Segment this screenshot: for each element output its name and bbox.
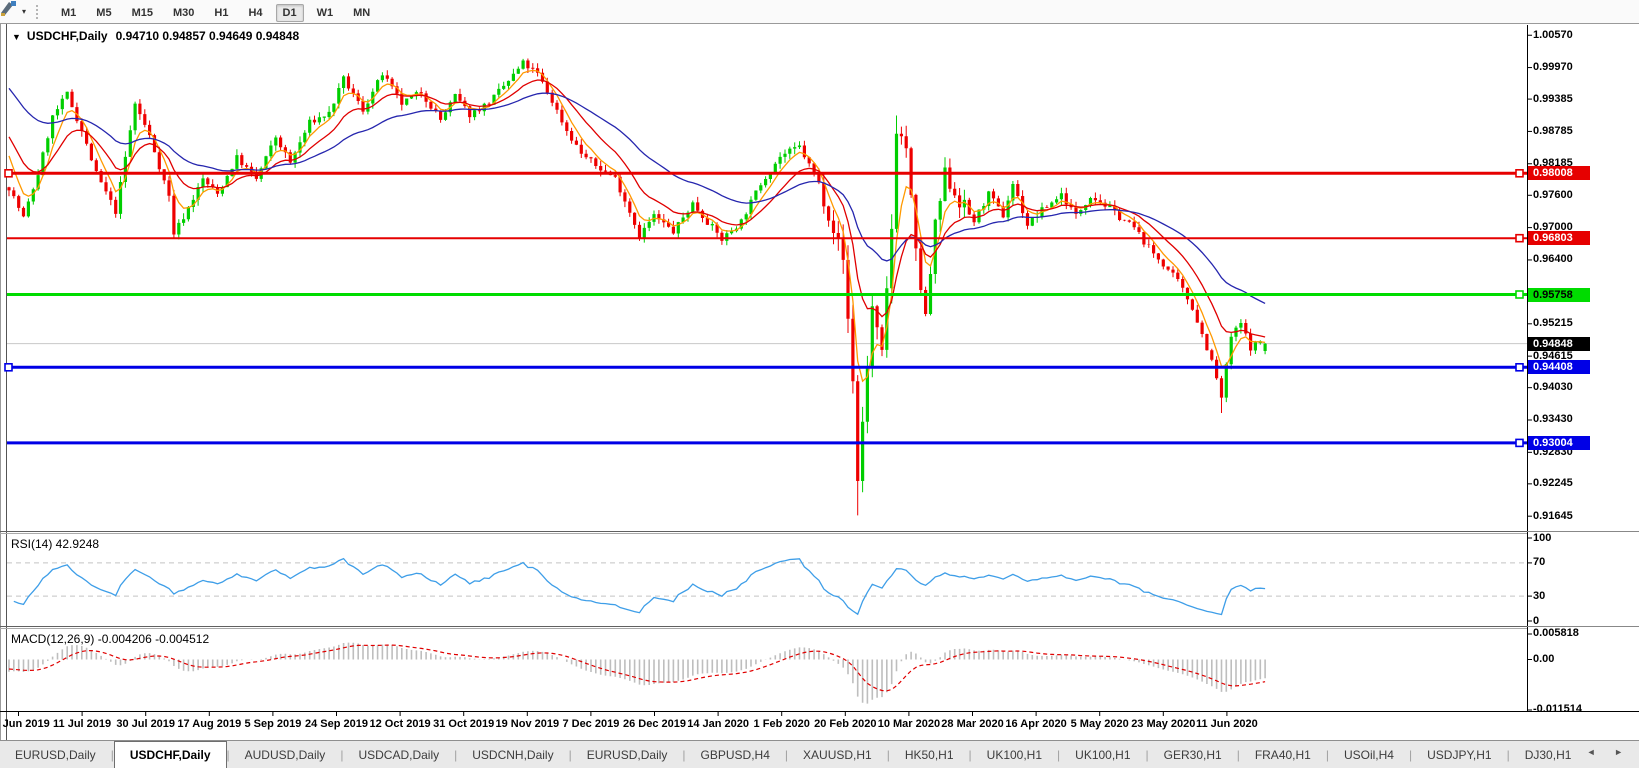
price-axis-label: 0.95215 <box>1533 317 1573 330</box>
price-axis-label: 0.98785 <box>1533 124 1573 137</box>
rsi-label: RSI(14) 42.9248 <box>11 537 100 551</box>
ma-fast-orange[interactable] <box>8 69 1266 383</box>
tf-button-m15[interactable]: M15 <box>125 4 160 22</box>
rsi-axis-label: 0 <box>1533 614 1540 627</box>
date-axis-label: 20 Feb 2020 <box>814 718 877 730</box>
hline-handle-right[interactable] <box>1515 233 1524 243</box>
price-axis-label: 0.94030 <box>1533 381 1573 394</box>
tab-eurusd-daily-5[interactable]: EURUSD,Daily <box>572 741 683 768</box>
toolbar-grip[interactable] <box>36 4 41 19</box>
price-axis-label: 0.96400 <box>1533 253 1573 266</box>
tf-button-w1[interactable]: W1 <box>310 4 341 22</box>
chart-tab-bar: EURUSD,Daily | USDCHF,Daily | AUDUSD,Daily | U… <box>0 740 1639 768</box>
date-axis-label: 26 Dec 2019 <box>623 718 686 730</box>
tab-audusd-daily-2[interactable]: AUDUSD,Daily <box>230 741 341 768</box>
rsi-axis-label: 100 <box>1533 531 1552 544</box>
timeframe-toolbar: ▾ M1 M5 M15 M30 H1 H4 D1 W1 MN <box>0 0 1639 24</box>
tf-button-m30[interactable]: M30 <box>166 4 201 22</box>
tab-usdjpy-h1-14[interactable]: USDJPY,H1 <box>1412 741 1506 768</box>
date-axis-label: 5 Sep 2019 <box>244 718 302 730</box>
price-axis-label: 1.00570 <box>1533 28 1573 41</box>
price-badge-0.96803: 0.96803 <box>1528 231 1590 246</box>
chart-symbol: USDCHF,Daily <box>26 29 108 43</box>
price-axis-label: 0.91645 <box>1533 509 1573 522</box>
date-axis-label: 24 Sep 2019 <box>305 718 368 730</box>
tab-fra40-h1-12[interactable]: FRA40,H1 <box>1240 741 1326 768</box>
date-axis-label: 11 Jun 2020 <box>1196 718 1258 730</box>
rsi-line <box>13 557 1266 616</box>
price-badge-0.95758: 0.95758 <box>1528 287 1590 302</box>
tf-button-h4[interactable]: H4 <box>241 4 269 22</box>
hline-handle-right[interactable] <box>1515 362 1524 372</box>
price-axis-label: 0.92245 <box>1533 477 1573 490</box>
tf-button-d1[interactable]: D1 <box>275 3 304 22</box>
macd-axis-label: 0.00 <box>1533 653 1555 665</box>
price-badge-0.94848: 0.94848 <box>1528 336 1590 351</box>
tab-uk100-h1-9[interactable]: UK100,H1 <box>972 741 1057 768</box>
date-axis-label: 19 Nov 2019 <box>495 718 560 730</box>
date-axis-label: 14 Jan 2020 <box>687 718 749 730</box>
tab-scroll-arrows[interactable]: ◄ ► <box>1587 747 1631 757</box>
tf-button-m5[interactable]: M5 <box>89 4 118 22</box>
trading-app-window: ▾ M1 M5 M15 M30 H1 H4 D1 W1 MN ▼ USDCHF,Daily 0.94… <box>0 0 1639 768</box>
date-axis-label: 11 Jul 2019 <box>53 718 112 730</box>
tab-uk100-h1-10[interactable]: UK100,H1 <box>1060 741 1145 768</box>
date-axis-label: 22 Jun 2019 <box>0 718 50 730</box>
tab-gbpusd-h4-6[interactable]: GBPUSD,H4 <box>686 741 785 768</box>
date-axis-label: 7 Dec 2019 <box>562 718 620 730</box>
bull-wicks <box>27 58 1266 493</box>
date-axis-label: 17 Aug 2019 <box>177 718 242 730</box>
hline-handle-left[interactable] <box>4 169 13 178</box>
chart-plot[interactable] <box>0 0 1639 768</box>
tab-usdcnh-daily-4[interactable]: USDCNH,Daily <box>457 741 568 768</box>
date-axis-label: 12 Oct 2019 <box>369 718 431 730</box>
macd-histogram <box>8 642 1266 704</box>
macd-label: MACD(12,26,9) -0.004206 -0.004512 <box>11 632 210 646</box>
macd-axis-label: 0.005818 <box>1533 627 1579 640</box>
date-axis-label: 23 May 2020 <box>1131 718 1196 730</box>
price-axis-label: 0.93430 <box>1533 413 1573 426</box>
date-axis-label: 31 Oct 2019 <box>433 718 495 730</box>
date-axis-label: 16 Apr 2020 <box>1005 718 1067 730</box>
tab-usdcad-daily-3[interactable]: USDCAD,Daily <box>343 741 454 768</box>
price-badge-0.93004: 0.93004 <box>1528 435 1590 450</box>
price-axis-label: 0.97600 <box>1533 188 1573 201</box>
tf-button-m1[interactable]: M1 <box>54 4 83 22</box>
price-axis-label: 0.99385 <box>1533 92 1573 105</box>
tf-button-h1[interactable]: H1 <box>207 4 235 22</box>
bear-wicks <box>8 58 1252 516</box>
hline-handle-left[interactable] <box>4 362 13 372</box>
chart-dropdown-icon: ▼ <box>12 32 21 42</box>
tab-dj30-h1-15[interactable]: DJ30,H1 <box>1510 741 1587 768</box>
macd-axis-label: -0.011514 <box>1533 703 1582 716</box>
tab-hk50-h1-8[interactable]: HK50,H1 <box>890 741 969 768</box>
chart-title: ▼ USDCHF,Daily 0.94710 0.94857 0.94649 0.9… <box>12 29 299 43</box>
date-axis-label: 1 Feb 2020 <box>753 718 810 730</box>
tab-usoil-h4-13[interactable]: USOil,H4 <box>1329 741 1409 768</box>
hline-handle-right[interactable] <box>1515 169 1524 178</box>
bull-bodies <box>26 60 1267 481</box>
tab-eurusd-daily-0[interactable]: EURUSD,Daily <box>0 741 111 768</box>
tf-button-mn[interactable]: MN <box>346 4 377 22</box>
price-badge-0.94408: 0.94408 <box>1528 360 1590 375</box>
hline-handle-right[interactable] <box>1515 290 1524 299</box>
timeframe-buttons: M1 M5 M15 M30 H1 H4 D1 W1 MN <box>51 3 380 22</box>
date-axis-label: 5 May 2020 <box>1070 718 1129 730</box>
date-axis-label: 10 Mar 2020 <box>877 718 941 730</box>
tool-dropdown-caret[interactable]: ▾ <box>22 7 26 16</box>
chart-ohlc: 0.94710 0.94857 0.94649 0.94848 <box>115 29 300 43</box>
draw-style-icon[interactable] <box>1 1 20 20</box>
rsi-axis-label: 30 <box>1533 589 1546 602</box>
bear-bodies <box>7 60 1253 481</box>
tab-ger30-h1-11[interactable]: GER30,H1 <box>1149 741 1237 768</box>
hline-handle-right[interactable] <box>1515 438 1524 448</box>
tab-xauusd-h1-7[interactable]: XAUUSD,H1 <box>788 741 887 768</box>
tab-usdchf-daily-1[interactable]: USDCHF,Daily <box>113 741 227 768</box>
rsi-axis-label: 70 <box>1533 556 1546 569</box>
price-axis-label: 0.99970 <box>1533 61 1573 74</box>
price-badge-0.98008: 0.98008 <box>1528 166 1590 181</box>
date-axis-label: 30 Jul 2019 <box>116 718 176 730</box>
date-axis-label: 28 Mar 2020 <box>941 718 1004 730</box>
